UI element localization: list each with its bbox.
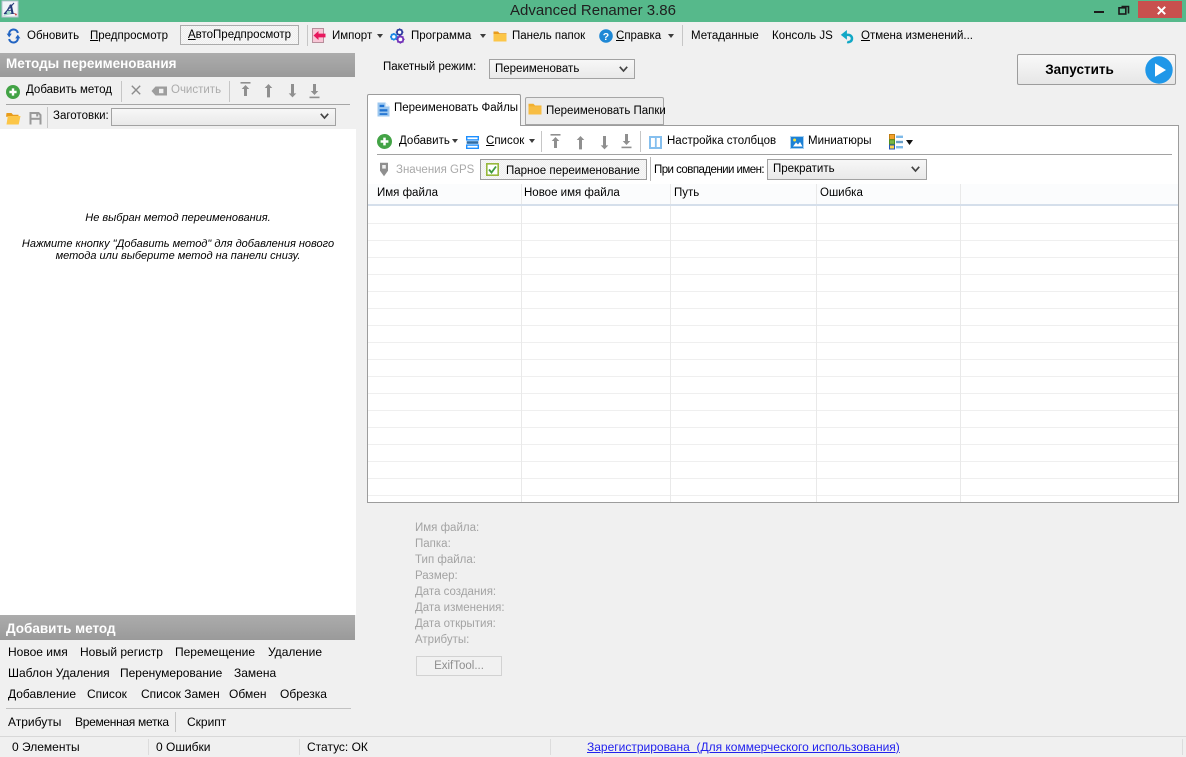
svg-text:?: ? [603, 31, 609, 43]
